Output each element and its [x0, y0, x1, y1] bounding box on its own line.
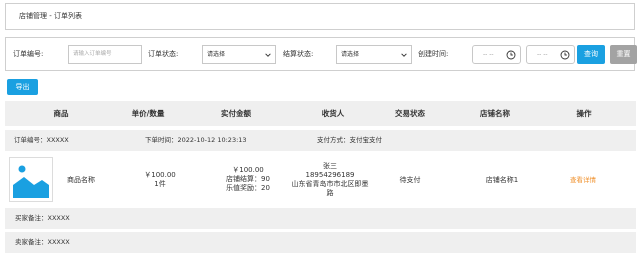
pay-method: 支付方式：支付宝支付 [317, 136, 382, 144]
column-header-receiver: 收货人 [321, 109, 345, 118]
date-end-input[interactable]: -- -- [526, 45, 575, 64]
order-status-value: 请选择 [207, 51, 226, 58]
order-status-label: 订单状态: [148, 50, 179, 58]
column-header-status: 交易状态 [395, 109, 425, 118]
filter-bar: 订单编号: 请输入订单编号 订单状态: 请选择 结算状态: 请选择 创建时间: … [5, 37, 637, 71]
view-details-link[interactable]: 查看详情 [570, 176, 596, 185]
receiver-address: 山东省青岛市市北区即墨 [291, 180, 369, 188]
export-button[interactable]: 导出 [7, 79, 38, 95]
settle-status-label: 结算状态: [283, 50, 314, 58]
column-header-product: 商品 [53, 109, 69, 118]
quantity: 1件 [154, 180, 166, 188]
order-number: 订单编号：XXXXX [14, 136, 69, 144]
store-name: 店铺名称1 [485, 176, 519, 184]
date-start-input[interactable]: -- -- [472, 45, 521, 64]
order-meta-row: 订单编号：XXXXX 下单时间：2022-10-12 10:23:13 支付方式… [5, 130, 636, 151]
store-settlement: 店铺结算：90 [226, 175, 270, 183]
column-header-paid-amount: 实付金额 [221, 109, 251, 118]
seller-remark: 卖家备注：XXXXX [15, 238, 70, 246]
created-time-label: 创建时间: [418, 50, 449, 58]
reward-points: 乐值奖励：20 [226, 184, 270, 192]
column-header-action: 操作 [576, 109, 592, 118]
order-item-row: 商品名称 ￥100.00 1件 ￥100.00 店铺结算：90 乐值奖励：20 … [5, 151, 636, 208]
receiver-name: 张三 [323, 162, 337, 170]
product-name: 商品名称 [67, 176, 95, 184]
date-end-placeholder: -- -- [537, 51, 548, 58]
breadcrumb: 店铺管理 - 订单列表 [5, 3, 635, 30]
product-thumbnail [9, 157, 53, 202]
order-status: 待支付 [399, 176, 421, 184]
order-status-select[interactable]: 请选择 [202, 45, 276, 64]
order-time: 下单时间：2022-10-12 10:23:13 [145, 136, 247, 144]
table-header: 商品 单价/数量 实付金额 收货人 交易状态 店铺名称 操作 [5, 101, 636, 126]
reset-button[interactable]: 重置 [610, 45, 637, 64]
clock-icon [506, 50, 516, 60]
date-start-placeholder: -- -- [483, 51, 494, 58]
paid-amount: ￥100.00 [232, 166, 264, 174]
buyer-remark-row: 买家备注：XXXXX [5, 208, 636, 229]
seller-remark-row: 卖家备注：XXXXX [5, 232, 636, 253]
unit-price: ￥100.00 [144, 171, 176, 179]
buyer-remark: 买家备注：XXXXX [15, 214, 70, 222]
breadcrumb-text: 店铺管理 - 订单列表 [19, 12, 82, 20]
order-no-label: 订单编号: [13, 50, 44, 58]
settle-status-value: 请选择 [341, 51, 360, 58]
chevron-down-icon [401, 53, 407, 57]
clock-icon [560, 50, 570, 60]
image-placeholder-icon [13, 161, 49, 198]
query-button[interactable]: 查询 [577, 45, 605, 64]
order-no-input[interactable]: 请输入订单编号 [68, 45, 142, 64]
receiver-phone: 18954296189 [305, 171, 355, 179]
settle-status-select[interactable]: 请选择 [336, 45, 412, 64]
receiver-address-cont: 路 [326, 189, 334, 197]
chevron-down-icon [265, 53, 271, 57]
column-header-price-qty: 单价/数量 [131, 109, 165, 118]
column-header-store-name: 店铺名称 [480, 109, 510, 118]
